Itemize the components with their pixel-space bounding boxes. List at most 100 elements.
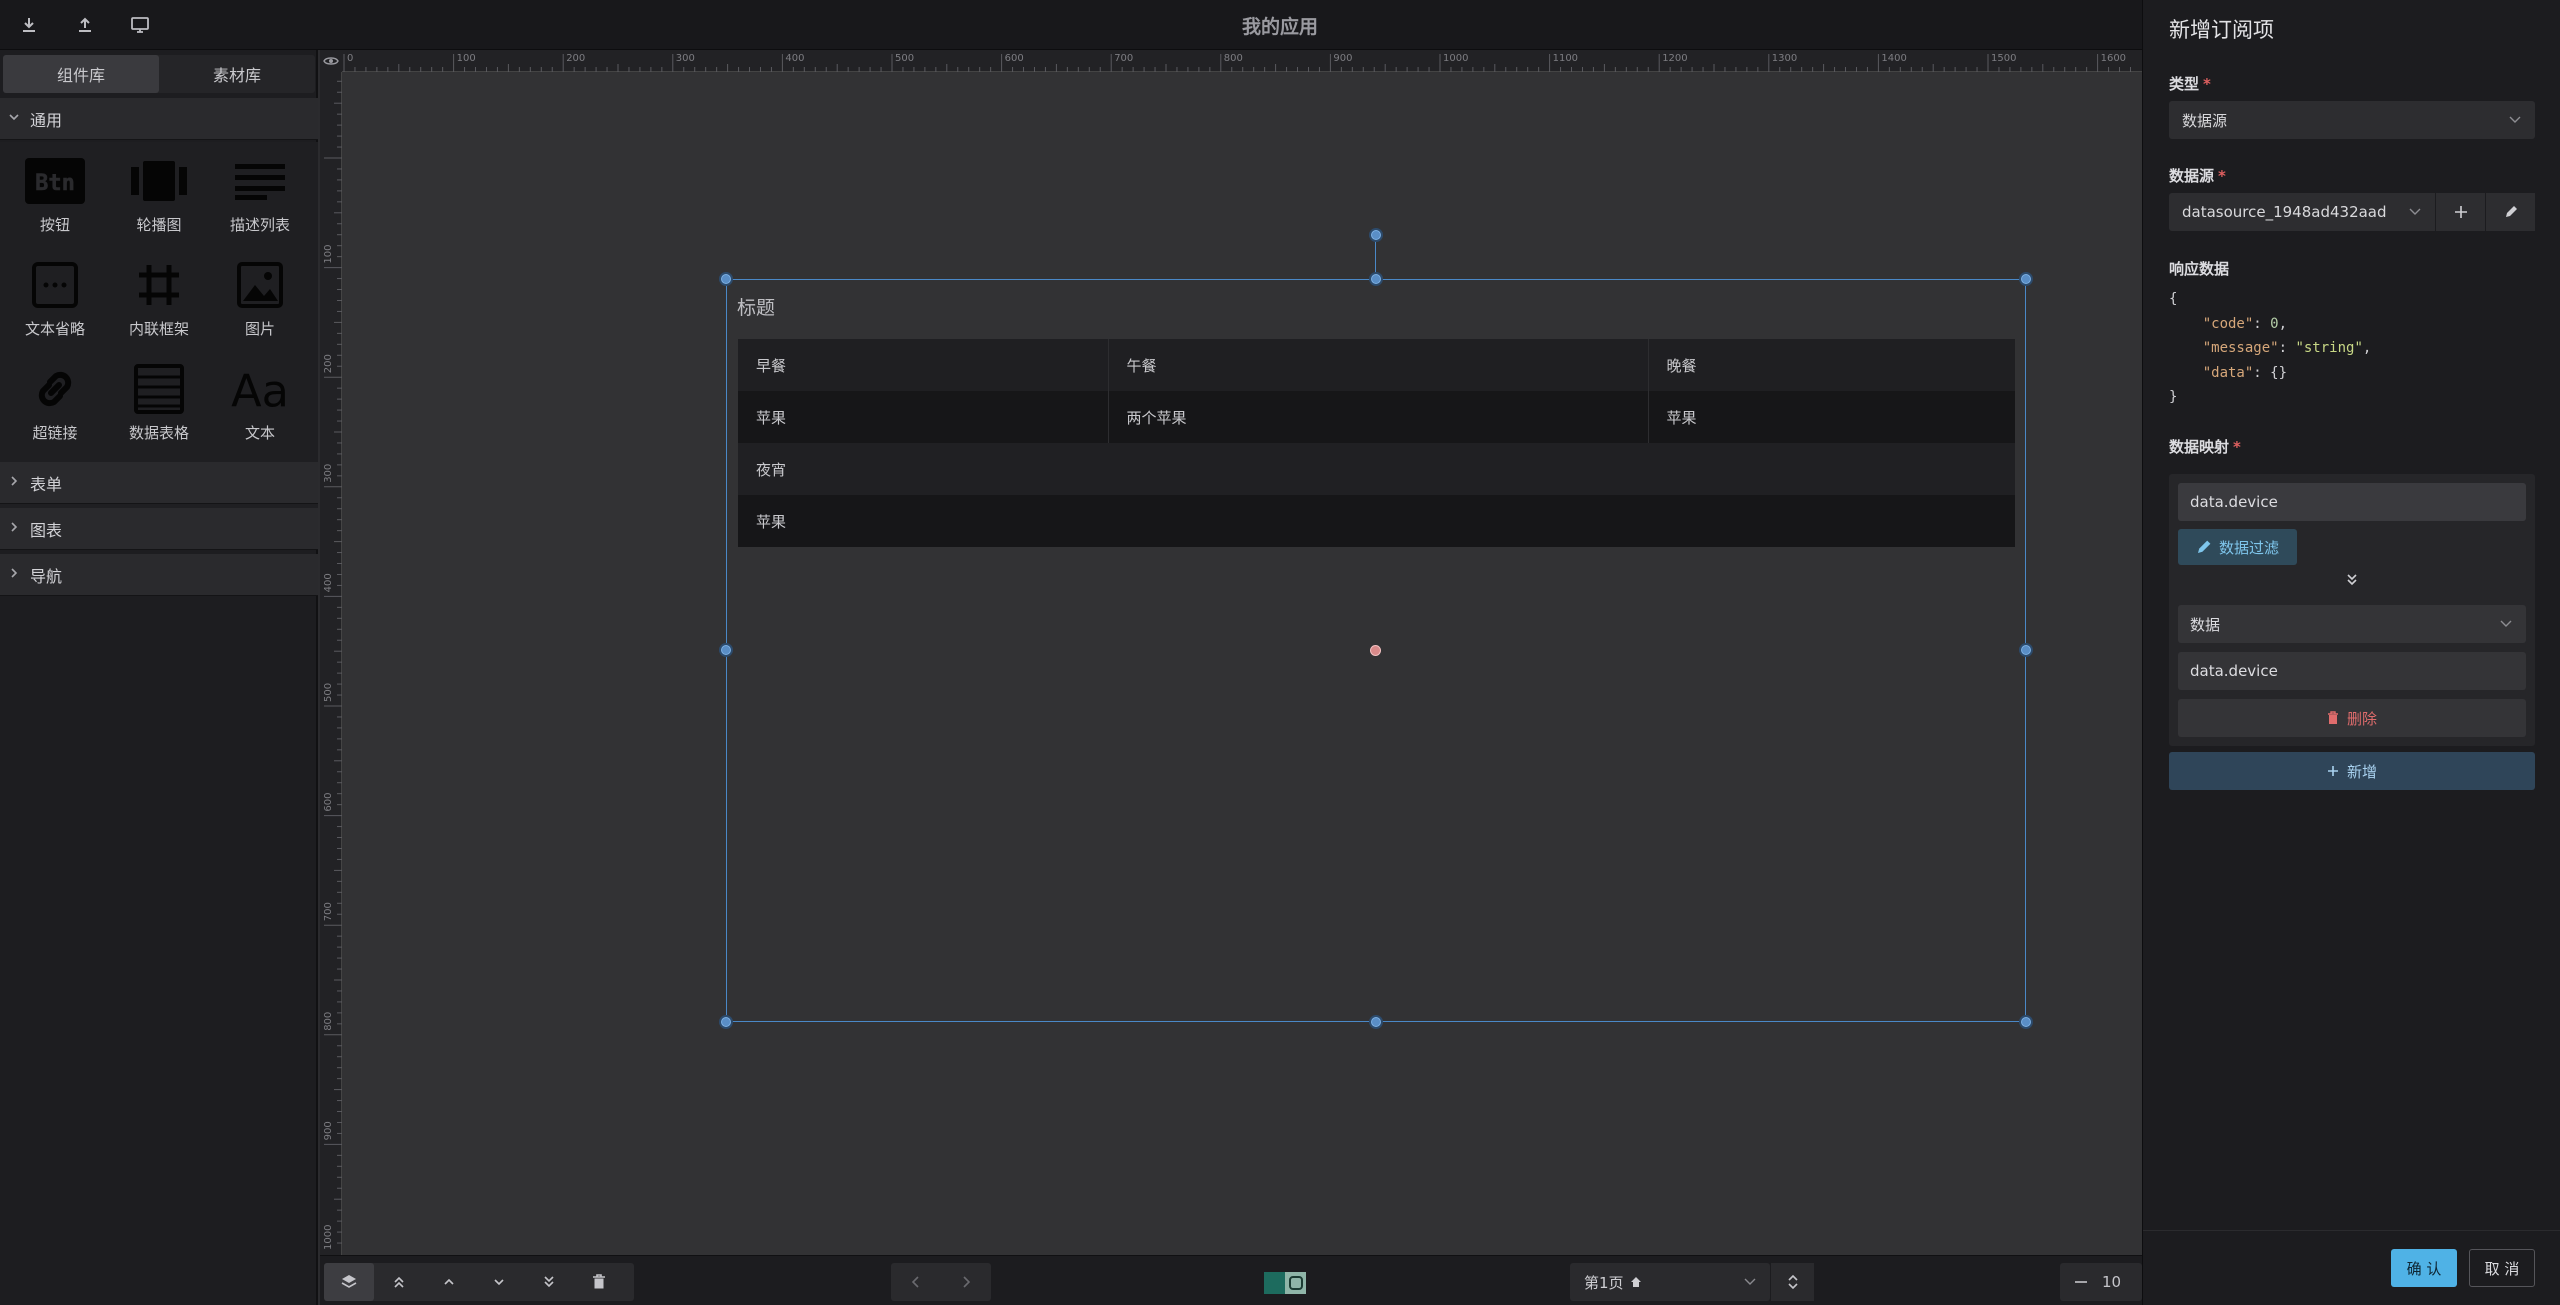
page-sort-icon[interactable] (1770, 1263, 1814, 1301)
ruler-label: 300 (676, 53, 695, 64)
datasource-select[interactable]: datasource_1948ad432aad (2169, 193, 2435, 231)
component-iframe[interactable]: 内联框架 (107, 252, 211, 352)
description-list-icon (228, 152, 292, 210)
tab-components[interactable]: 组件库 (3, 55, 159, 93)
svg-text:Aa: Aa (231, 365, 289, 415)
component-image[interactable]: 图片 (208, 252, 312, 352)
code-key: "code" (2202, 315, 2254, 332)
component-description-list[interactable]: 描述列表 (208, 148, 312, 248)
tab-materials[interactable]: 素材库 (159, 55, 315, 93)
ruler-label: 1200 (1662, 53, 1687, 64)
upload-icon[interactable] (72, 12, 98, 38)
delete-mapping-button[interactable]: 删除 (2178, 699, 2526, 737)
data-table: 早餐 午餐 晚餐 苹果 两个苹果 苹果 夜宵 苹果 (738, 339, 2015, 547)
mapping-target-type-select[interactable]: 数据 (2178, 605, 2526, 643)
theme-swatch[interactable] (1264, 1272, 1306, 1294)
section-general[interactable]: 通用 (0, 98, 318, 140)
add-datasource-button[interactable] (2435, 193, 2485, 231)
code-key: "message" (2202, 340, 2279, 356)
component-link[interactable]: 超链接 (3, 356, 107, 456)
response-data-code: { "code": 0, "message": "string", "data"… (2169, 291, 2372, 405)
mapping-source-input[interactable]: data.device (2178, 483, 2526, 521)
table-cell: 苹果 (1648, 391, 2015, 443)
data-filter-button[interactable]: 数据过滤 (2178, 529, 2297, 565)
ruler-label: 500 (323, 683, 334, 702)
section-label: 图表 (30, 520, 63, 540)
resize-handle-right[interactable] (2019, 643, 2033, 657)
preview-icon[interactable] (127, 12, 153, 38)
resize-handle-left[interactable] (719, 643, 733, 657)
mapping-target-type: 数据 (2190, 615, 2221, 634)
bring-forward-icon[interactable] (424, 1263, 474, 1301)
bottom-toolbar: 第1页 10 (320, 1255, 2142, 1305)
send-to-back-icon[interactable] (524, 1263, 574, 1301)
table-row: 苹果 (738, 495, 2015, 547)
send-backward-icon[interactable] (474, 1263, 524, 1301)
mapping-target-input[interactable]: data.device (2178, 652, 2526, 690)
edit-datasource-button[interactable] (2485, 193, 2535, 231)
download-icon[interactable] (16, 12, 42, 38)
section-form[interactable]: 表单 (0, 462, 318, 504)
drawer-footer: 确 认 取 消 (2143, 1230, 2560, 1305)
ruler-label: 900 (1333, 53, 1352, 64)
resize-handle-top-right[interactable] (2019, 272, 2033, 286)
ruler-label: 500 (895, 53, 914, 64)
code-key: "data" (2202, 364, 2254, 381)
component-label: 文本省略 (24, 320, 85, 338)
code-value: "string" (2295, 340, 2363, 356)
bring-to-front-icon[interactable] (374, 1263, 424, 1301)
type-select[interactable]: 数据源 (2169, 101, 2535, 139)
component-grid: Btn 按钮 轮播图 描述列表 文本省略 内联框架 图片 超链接 数据表格 Aa… (0, 142, 318, 508)
ruler-label: 400 (323, 573, 334, 592)
chevron-down-icon (2500, 620, 2512, 628)
layer-controls (324, 1263, 634, 1301)
eye-icon[interactable] (320, 50, 342, 72)
ruler-label: 1500 (1991, 53, 2016, 64)
section-label: 导航 (30, 566, 63, 586)
resize-handle-bottom-right[interactable] (2019, 1015, 2033, 1029)
resize-handle-top[interactable] (1369, 272, 1383, 286)
component-carousel[interactable]: 轮播图 (107, 148, 211, 248)
svg-text:Btn: Btn (35, 171, 75, 196)
component-text-ellipsis[interactable]: 文本省略 (3, 252, 107, 352)
ruler-vertical: 100 200 300 400 500 600 700 800 900 1000 (320, 72, 342, 1255)
swatch-color (1264, 1272, 1285, 1294)
table-header-cell: 晚餐 (1648, 339, 2015, 391)
section-chart[interactable]: 图表 (0, 508, 318, 550)
data-table-icon (127, 360, 191, 418)
delete-icon[interactable] (574, 1263, 624, 1301)
ruler-label: 1600 (2101, 53, 2126, 64)
rotate-handle[interactable] (1369, 228, 1383, 242)
table-cell: 苹果 (738, 495, 1108, 547)
resize-handle-bottom-left[interactable] (719, 1015, 733, 1029)
zoom-out-icon[interactable] (2060, 1280, 2102, 1284)
chevron-right-icon[interactable] (941, 1263, 991, 1301)
cancel-button[interactable]: 取 消 (2469, 1249, 2535, 1287)
ruler-vertical-ticks: 100 200 300 400 500 600 700 800 900 1000 (323, 80, 342, 1250)
code-value: {} (2270, 364, 2288, 381)
plus-icon (2454, 205, 2468, 219)
zoom-control: 10 (2060, 1263, 2142, 1301)
ruler-label: 1400 (1881, 53, 1906, 64)
table-cell: 两个苹果 (1108, 391, 1649, 443)
mapping-label-text: 数据映射 (2169, 438, 2230, 456)
add-mapping-button[interactable]: 新增 (2169, 752, 2535, 790)
section-navigation[interactable]: 导航 (0, 554, 318, 596)
chevron-left-icon[interactable] (891, 1263, 941, 1301)
home-icon (1630, 1276, 1642, 1288)
subscription-drawer: 新增订阅项 类型 * 数据源 数据源 * datasource_1948ad432a… (2142, 0, 2560, 1305)
delete-label: 删除 (2346, 709, 2377, 728)
pencil-icon (2504, 205, 2518, 219)
layers-icon[interactable] (324, 1263, 374, 1301)
resize-handle-bottom[interactable] (1369, 1015, 1383, 1029)
resize-handle-top-left[interactable] (719, 272, 733, 286)
table-cell: 苹果 (738, 391, 1109, 443)
zoom-value[interactable]: 10 (2102, 1273, 2121, 1291)
page-select[interactable]: 第1页 (1570, 1263, 1770, 1301)
component-data-table[interactable]: 数据表格 (107, 356, 211, 456)
confirm-button[interactable]: 确 认 (2391, 1249, 2457, 1287)
component-text[interactable]: Aa 文本 (208, 356, 312, 456)
ruler-label: 100 (457, 53, 476, 64)
ruler-label: 200 (323, 354, 334, 373)
component-button[interactable]: Btn 按钮 (3, 148, 107, 248)
